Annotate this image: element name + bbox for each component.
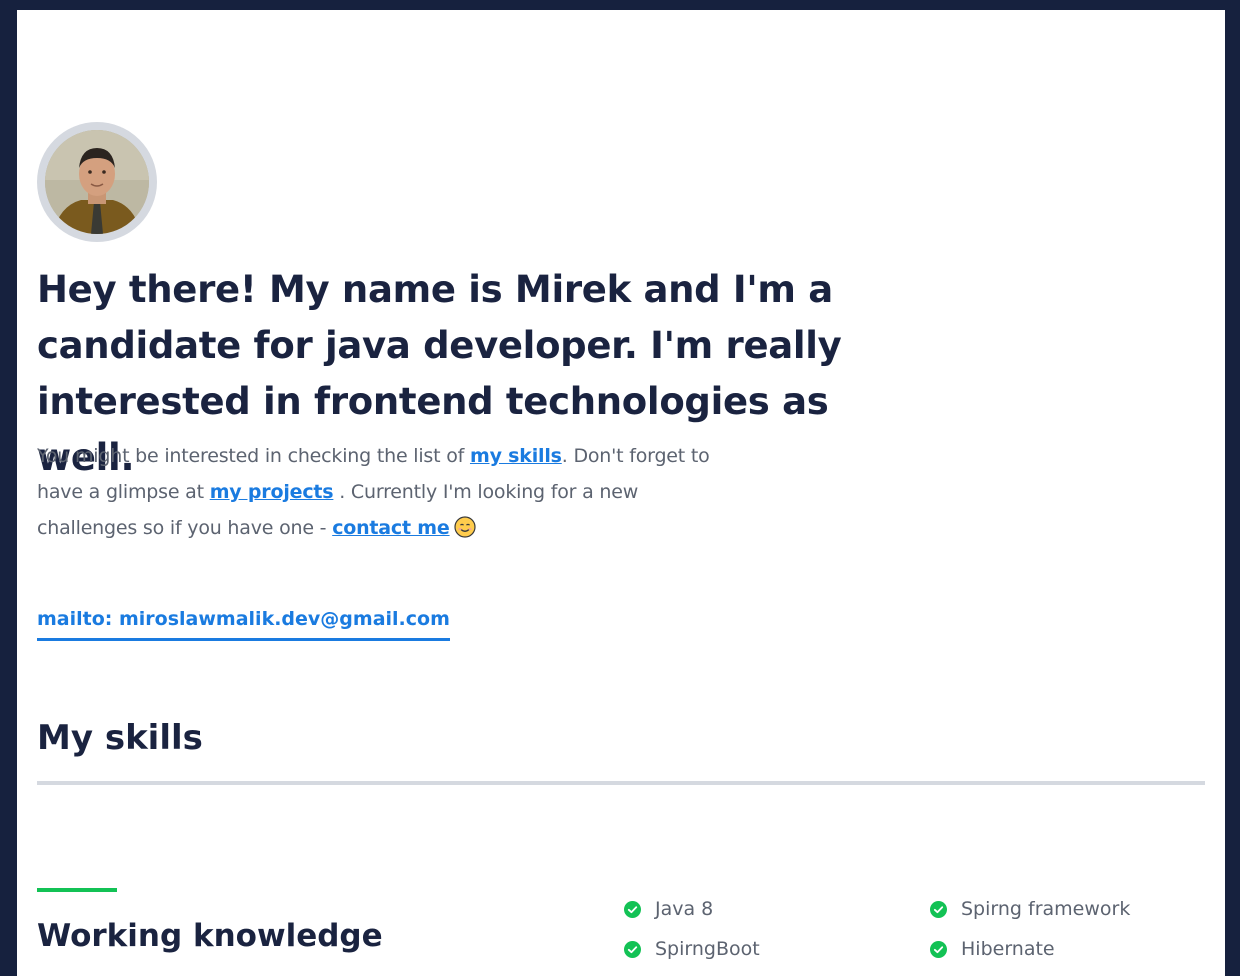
skill-label: Hibernate: [961, 938, 1055, 960]
contact-me-link[interactable]: contact me: [332, 517, 450, 539]
avatar: [37, 122, 157, 242]
check-circle-icon: [624, 900, 641, 918]
skill-item: Java 8: [624, 898, 713, 920]
section-divider: [37, 781, 1205, 785]
check-circle-icon: [930, 940, 947, 958]
check-circle-icon: [930, 900, 947, 918]
skill-item: SpirngBoot: [624, 938, 760, 960]
skill-label: Spirng framework: [961, 898, 1131, 920]
working-knowledge-title: Working knowledge: [37, 918, 383, 954]
skill-item: Spirng framework: [930, 898, 1130, 920]
hero-text-part-1: You might be interested in checking the …: [37, 445, 470, 467]
smiley-face-icon: [453, 514, 476, 538]
check-circle-icon: [624, 940, 641, 958]
skill-item: Hibernate: [930, 938, 1055, 960]
profile-photo: [45, 130, 149, 234]
email-link[interactable]: mailto: miroslawmalik.dev@gmail.com: [37, 608, 450, 641]
skill-label: Java 8: [655, 898, 714, 920]
skills-section-title: My skills: [37, 718, 203, 758]
page-card: Hey there! My name is Mirek and I'm a ca…: [17, 10, 1225, 976]
my-skills-link[interactable]: my skills: [470, 445, 562, 467]
hero-intro: You might be interested in checking the …: [37, 438, 727, 546]
subsection-accent-bar: [37, 888, 117, 892]
my-projects-link[interactable]: my projects: [210, 481, 334, 503]
skill-label: SpirngBoot: [655, 938, 760, 960]
